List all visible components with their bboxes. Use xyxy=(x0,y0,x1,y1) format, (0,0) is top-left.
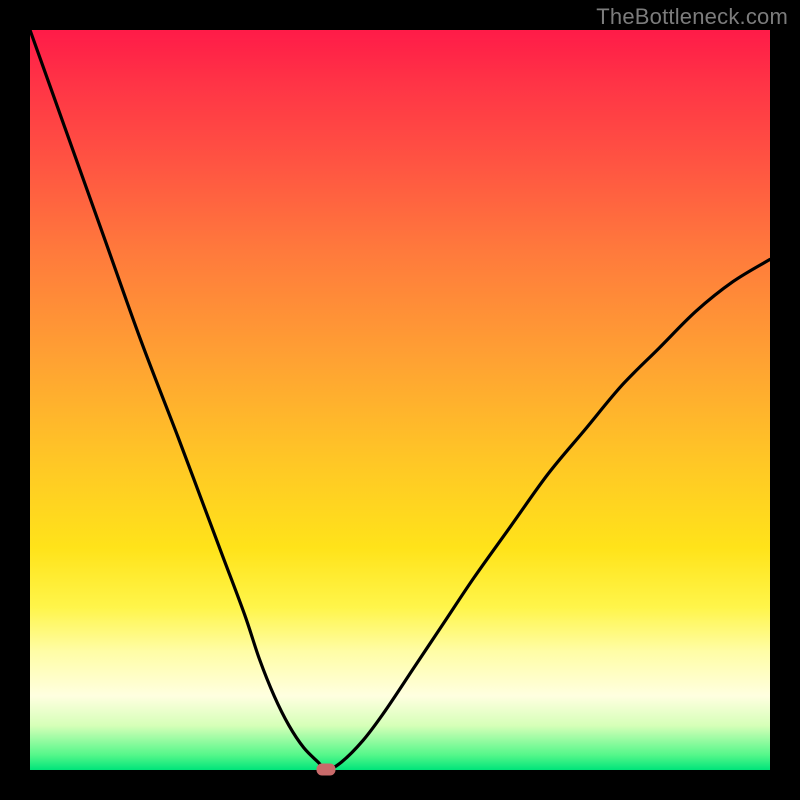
watermark-text: TheBottleneck.com xyxy=(596,4,788,30)
chart-frame: TheBottleneck.com xyxy=(0,0,800,800)
optimum-marker xyxy=(317,764,335,775)
curve-layer xyxy=(30,30,770,770)
plot-area xyxy=(30,30,770,770)
bottleneck-curve xyxy=(30,30,770,770)
